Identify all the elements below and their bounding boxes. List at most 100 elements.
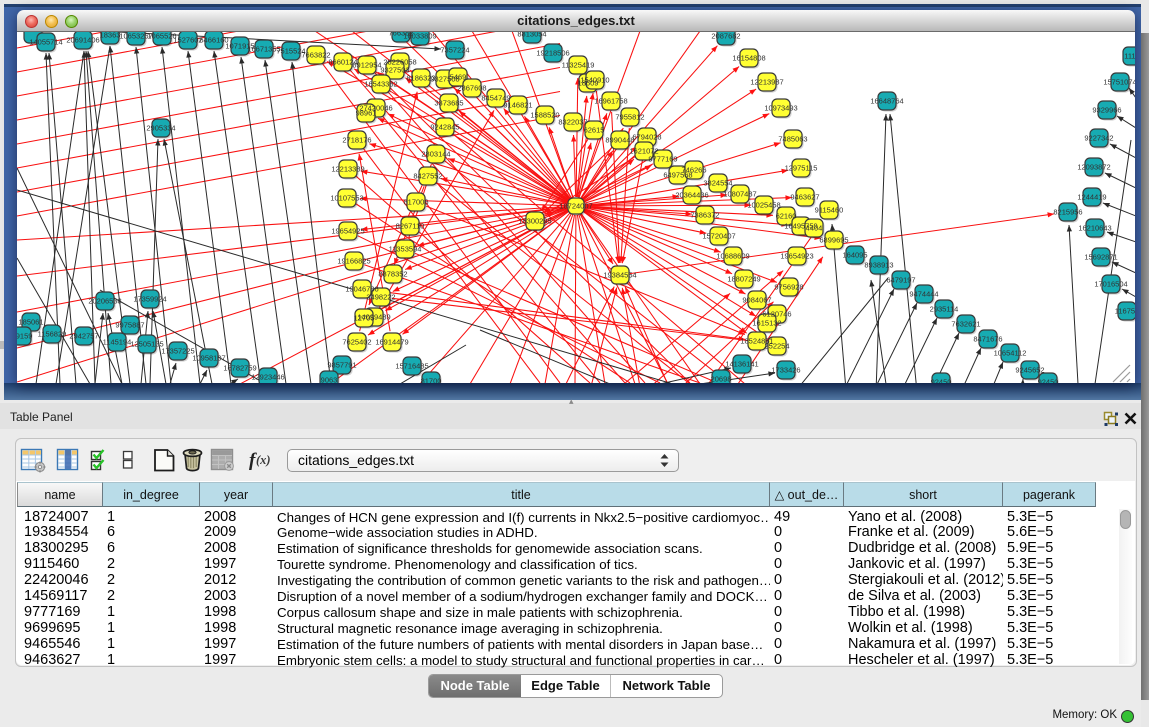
svg-text:116753: 116753 <box>1115 307 1135 316</box>
svg-text:3498222: 3498222 <box>366 293 395 302</box>
svg-text:20206538: 20206538 <box>88 297 121 306</box>
svg-text:10958107: 10958107 <box>192 354 225 363</box>
svg-text:1156829: 1156829 <box>38 330 67 339</box>
svg-text:1145194: 1145194 <box>103 338 132 347</box>
svg-text:16543382: 16543382 <box>364 80 397 89</box>
svg-text:3373685: 3373685 <box>434 99 463 108</box>
svg-text:19654923: 19654923 <box>780 252 813 261</box>
svg-text:2905334: 2905334 <box>146 124 175 133</box>
svg-text:10973493: 10973493 <box>764 104 797 113</box>
svg-text:15720407: 15720407 <box>702 232 735 241</box>
svg-text:8938913: 8938913 <box>864 261 893 270</box>
svg-text:9474444: 9474444 <box>909 290 938 299</box>
svg-text:16210643: 16210643 <box>1078 224 1111 233</box>
svg-text:6794028: 6794028 <box>632 133 661 142</box>
svg-text:12213389: 12213389 <box>331 165 364 174</box>
svg-text:1733426: 1733426 <box>771 366 800 375</box>
svg-text:7955812: 7955812 <box>615 113 644 122</box>
svg-text:16154808: 16154808 <box>732 54 765 63</box>
svg-text:12213987: 12213987 <box>750 78 783 87</box>
svg-text:5469: 5469 <box>450 73 467 82</box>
svg-text:20691406: 20691406 <box>66 36 99 45</box>
svg-text:16782759: 16782759 <box>223 364 256 373</box>
svg-text:1527602: 1527602 <box>173 36 202 45</box>
svg-text:164095: 164095 <box>842 251 867 260</box>
svg-text:16648764: 16648764 <box>870 97 903 106</box>
svg-text:8813054: 8813054 <box>517 32 546 39</box>
svg-text:12975115: 12975115 <box>785 164 818 173</box>
svg-text:1615132: 1615132 <box>752 319 781 328</box>
svg-text:7663822: 7663822 <box>301 51 330 60</box>
svg-text:20364436: 20364436 <box>675 191 708 200</box>
svg-text:6466160: 6466160 <box>199 36 228 45</box>
svg-text:16033809: 16033809 <box>403 32 436 41</box>
svg-text:746266: 746266 <box>681 166 706 175</box>
svg-text:12923446: 12923446 <box>251 373 284 382</box>
svg-text:9756928: 9756928 <box>774 283 803 292</box>
svg-text:19218506: 19218506 <box>536 49 569 58</box>
svg-text:9975887: 9975887 <box>115 321 144 330</box>
svg-text:1540910: 1540910 <box>580 76 609 85</box>
svg-text:19654925: 19654925 <box>331 227 364 236</box>
svg-text:17016504: 17016504 <box>1094 280 1127 289</box>
svg-text:2867608: 2867608 <box>457 84 486 93</box>
svg-text:9063: 9063 <box>321 376 338 384</box>
svg-text:8878352: 8878352 <box>378 270 407 279</box>
svg-text:9463627: 9463627 <box>790 193 819 202</box>
svg-text:9329966: 9329966 <box>1092 106 1121 115</box>
svg-text:19166825: 19166825 <box>337 257 370 266</box>
svg-text:9857791: 9857791 <box>327 361 356 370</box>
svg-text:18807249: 18807249 <box>727 275 760 284</box>
svg-text:9227342: 9227342 <box>1084 134 1113 143</box>
svg-text:9115460: 9115460 <box>815 206 844 215</box>
svg-text:185061: 185061 <box>18 318 43 327</box>
svg-text:2935114: 2935114 <box>930 305 959 314</box>
svg-text:92450: 92450 <box>931 378 952 384</box>
svg-text:62615: 62615 <box>584 126 605 135</box>
svg-text:14055714: 14055714 <box>29 38 62 47</box>
svg-text:10025458: 10025458 <box>747 201 780 210</box>
svg-text:9777169: 9777169 <box>648 155 677 164</box>
svg-text:16961758: 16961758 <box>594 97 627 106</box>
svg-text:1065526: 1065526 <box>147 32 176 41</box>
svg-text:8990448: 8990448 <box>605 136 634 145</box>
svg-text:4404: 4404 <box>806 224 823 233</box>
svg-text:8912954: 8912954 <box>352 61 381 70</box>
svg-text:10688609: 10688609 <box>716 252 749 261</box>
svg-text:19384554: 19384554 <box>603 271 636 280</box>
svg-text:18724007: 18724007 <box>559 202 592 211</box>
svg-text:6479197: 6479197 <box>886 276 915 285</box>
svg-text:6120746: 6120746 <box>762 310 791 319</box>
svg-text:8215956: 8215956 <box>1053 208 1082 217</box>
svg-text:6899695: 6899695 <box>819 236 848 245</box>
svg-text:7386372: 7386372 <box>690 211 719 220</box>
svg-text:14136141: 14136141 <box>725 360 758 369</box>
svg-text:2087682: 2087682 <box>711 32 740 41</box>
svg-text:12705: 12705 <box>354 314 375 323</box>
svg-text:11325419: 11325419 <box>562 61 595 70</box>
svg-text:7485063: 7485063 <box>778 135 807 144</box>
svg-text:16914479: 16914479 <box>375 338 408 347</box>
svg-text:3824554: 3824554 <box>703 179 732 188</box>
svg-text:9084067: 9084067 <box>742 296 771 305</box>
svg-text:1244419: 1244419 <box>1077 193 1106 202</box>
svg-text:817006: 817006 <box>403 198 428 207</box>
svg-text:8267110: 8267110 <box>396 222 425 231</box>
svg-text:92450: 92450 <box>1038 378 1059 384</box>
svg-text:2718176: 2718176 <box>342 136 371 145</box>
svg-text:9245652: 9245652 <box>1015 366 1044 375</box>
svg-text:1112: 1112 <box>1124 52 1135 61</box>
svg-text:9146821: 9146821 <box>503 101 532 110</box>
svg-text:10807487: 10807487 <box>723 190 756 199</box>
svg-text:15716485: 15716485 <box>395 362 428 371</box>
svg-text:8471676: 8471676 <box>973 335 1002 344</box>
svg-text:10654112: 10654112 <box>994 349 1027 358</box>
svg-text:2803144: 2803144 <box>421 150 450 159</box>
svg-text:252254: 252254 <box>764 342 789 351</box>
svg-text:17357225: 17357225 <box>161 347 194 356</box>
svg-text:98961: 98961 <box>356 109 377 118</box>
svg-text:7357224: 7357224 <box>440 46 469 55</box>
svg-text:18363: 18363 <box>100 32 121 40</box>
svg-text:7625402: 7625402 <box>342 338 371 347</box>
svg-text:81700: 81700 <box>421 377 442 384</box>
